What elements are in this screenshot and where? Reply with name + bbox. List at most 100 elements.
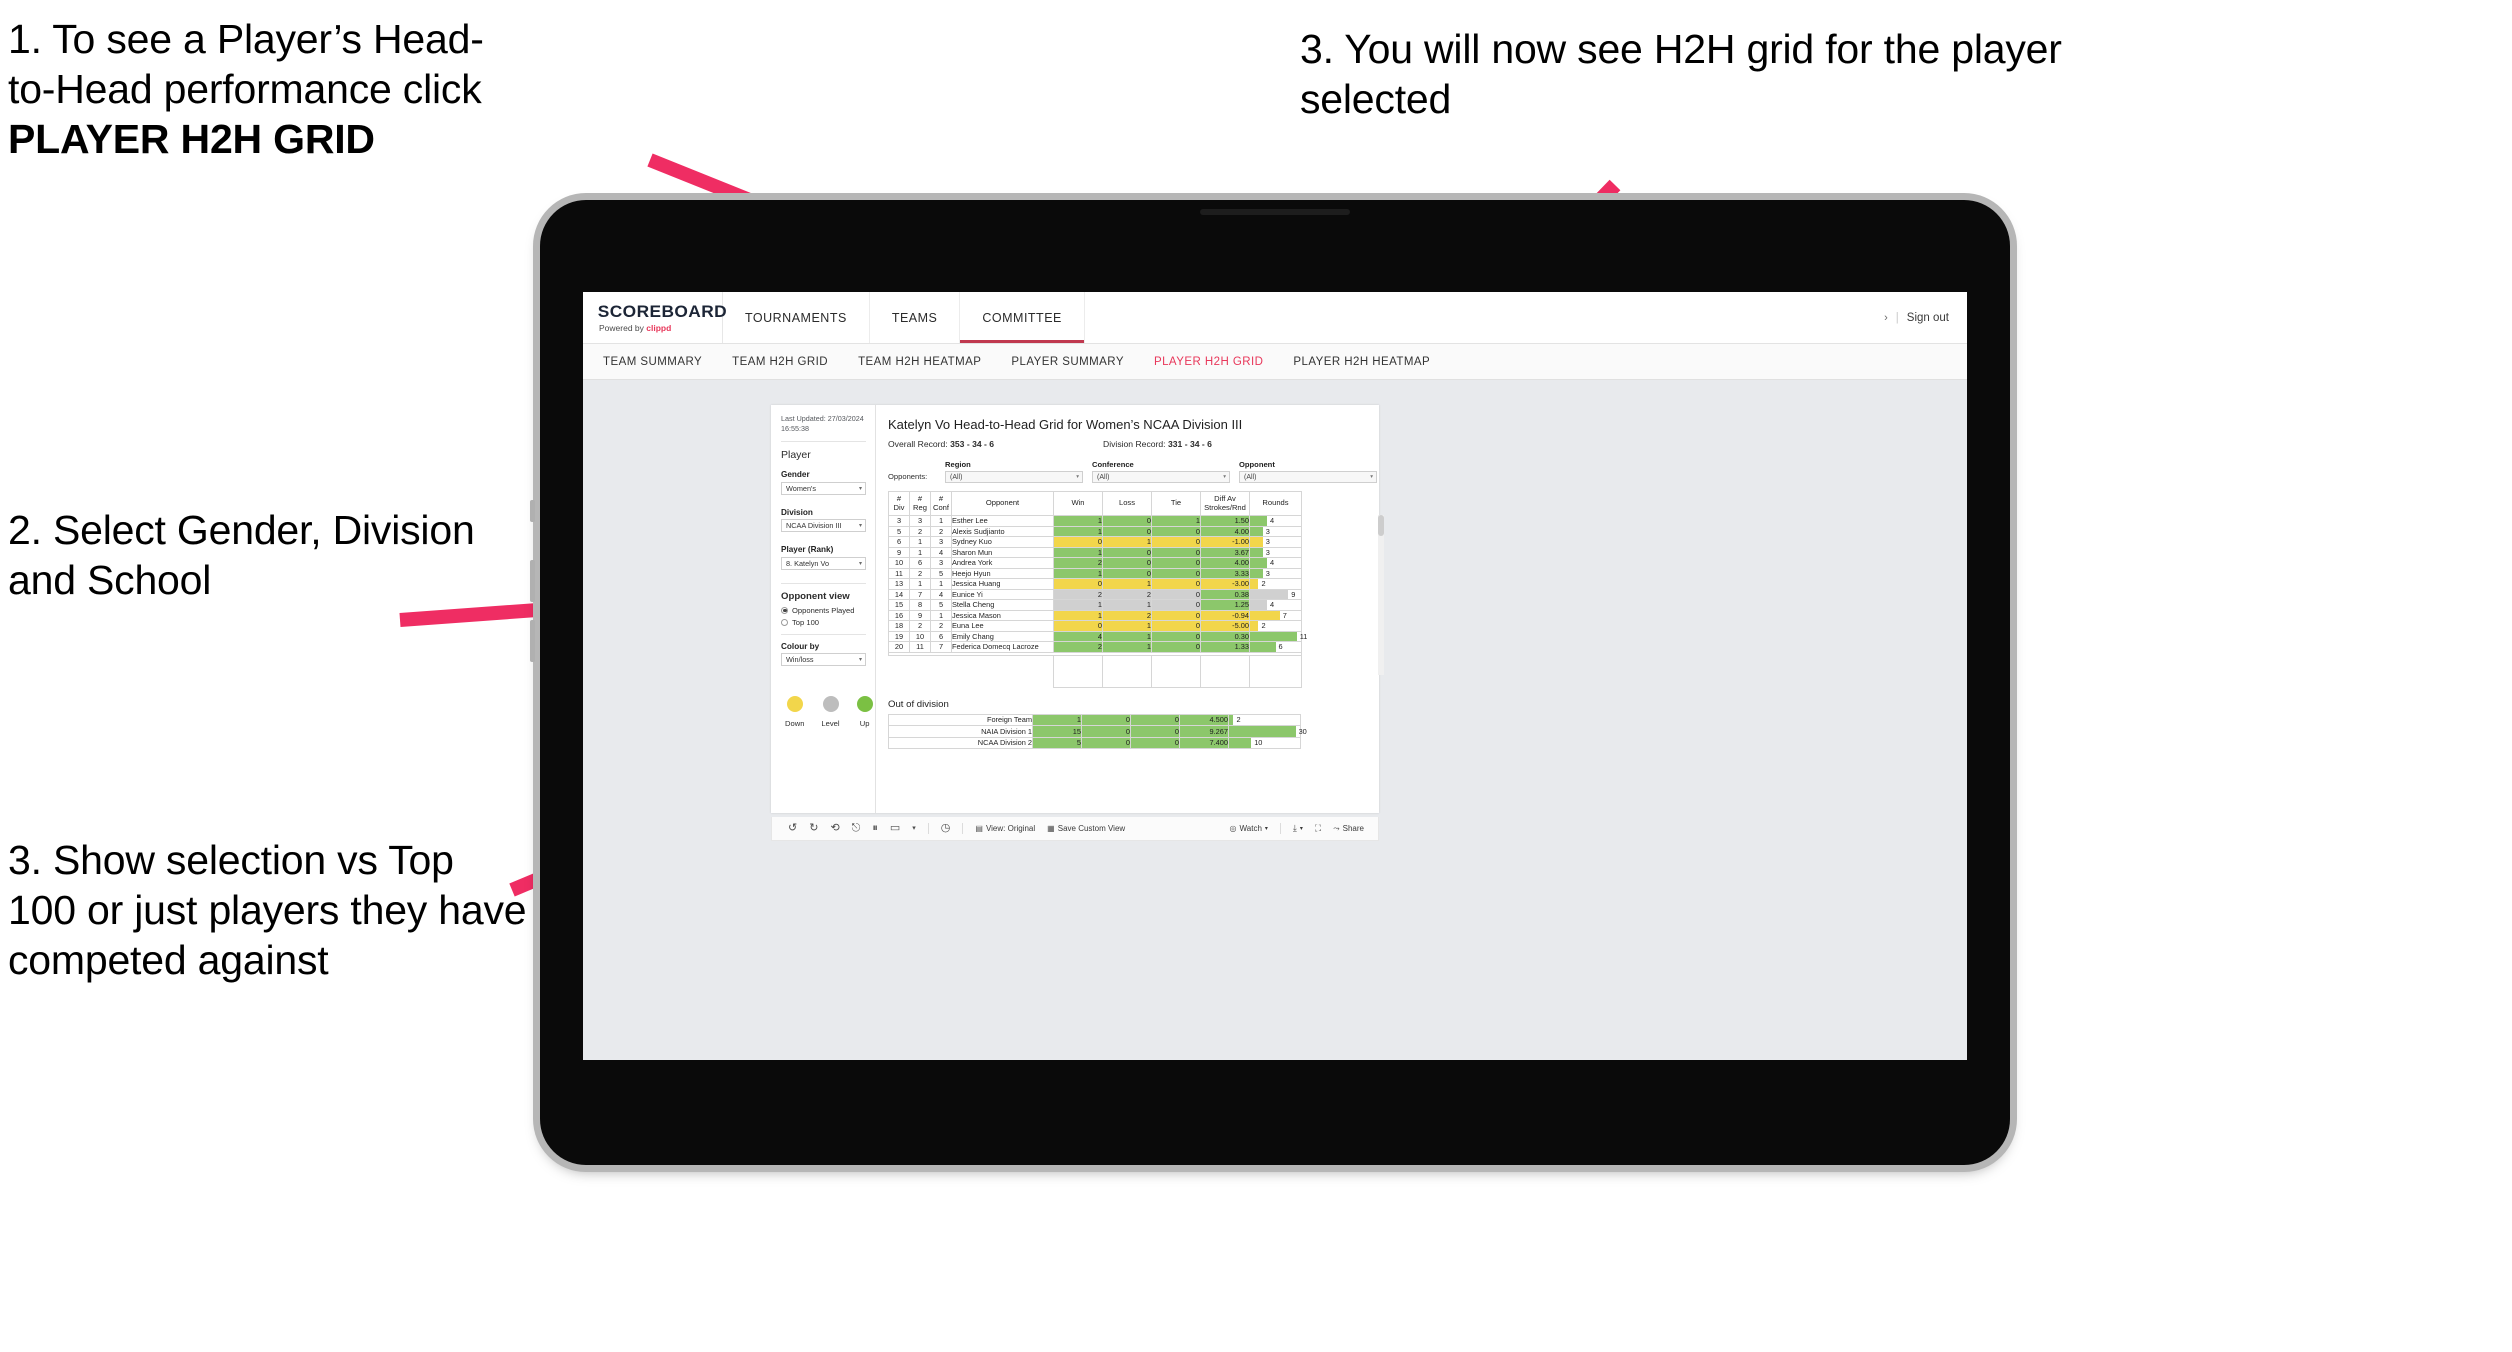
cell-reg: 1 — [909, 578, 931, 590]
opponent-select[interactable]: (All) ▾ — [1239, 471, 1377, 483]
tablet-camera-speaker — [1200, 209, 1350, 215]
app-header: SCOREBOARD Powered by clippd TOURNAMENTS… — [583, 292, 1967, 344]
gender-filter-label: Gender — [781, 470, 810, 480]
secondary-nav: TEAM SUMMARY TEAM H2H GRID TEAM H2H HEAT… — [583, 344, 1967, 380]
cell-rounds: 11 — [1249, 630, 1307, 642]
rectangle-select-icon[interactable]: ▭ — [890, 823, 900, 834]
cell-rounds: 3 — [1249, 525, 1302, 537]
player-select[interactable]: 8. Katelyn Vo ▾ — [781, 556, 866, 570]
reset-icon[interactable]: ◷ — [941, 823, 951, 834]
table-row[interactable]: 9 1 4 Sharon Mun 1 0 0 3.67 3 — [888, 546, 1302, 558]
subnav-item-player-h2h-grid[interactable]: PLAYER H2H GRID — [1154, 356, 1263, 368]
brand-logo[interactable]: SCOREBOARD Powered by clippd — [583, 292, 727, 343]
cell-conf: 6 — [930, 630, 952, 642]
table-row[interactable]: 6 1 3 Sydney Kuo 0 1 0 -1.00 3 — [888, 536, 1302, 548]
legend-label-up: Up — [859, 719, 870, 729]
overall-record-label: Overall Record: — [888, 439, 948, 449]
col-opponent: Opponent — [951, 491, 1054, 516]
subnav-item-team-h2h-grid[interactable]: TEAM H2H GRID — [732, 356, 828, 368]
cell-opponent: Jessica Mason — [951, 609, 1054, 621]
division-filter-label: Division — [781, 507, 813, 517]
cell-div: 20 — [888, 641, 910, 653]
share-button[interactable]: ⤳ Share — [1333, 824, 1378, 833]
tablet-side-button-power[interactable] — [530, 500, 535, 522]
table-row[interactable]: 20 11 7 Federica Domecq Lacroze 2 1 0 1.33 6 — [888, 641, 1302, 653]
watch-button[interactable]: ◎ Watch ▾ — [1230, 824, 1268, 833]
tablet-side-button-volume-up[interactable] — [530, 560, 535, 602]
fullscreen-icon[interactable]: ⛶ — [1315, 824, 1321, 833]
cell-diff: -0.94 — [1200, 609, 1250, 621]
pause-icon[interactable]: ⏸ — [872, 823, 878, 834]
refresh-icon[interactable]: ⎋ — [852, 823, 861, 834]
rounds-value: 9 — [1291, 589, 1296, 599]
table-row[interactable]: 5 2 2 Alexis Sudjianto 1 0 0 4.00 3 — [888, 525, 1302, 537]
nav-item-tournaments[interactable]: TOURNAMENTS — [723, 292, 870, 343]
cell-diff: -3.00 — [1200, 578, 1250, 590]
cell-conf: 5 — [930, 599, 952, 611]
col-win: Win — [1053, 491, 1103, 516]
h2h-table-wrapper: # Div # Reg # Conf Opponent Win Loss Tie Di… — [888, 491, 1384, 688]
view-original-button[interactable]: ▤ View: Original — [975, 824, 1035, 833]
table-scrollbar-thumb[interactable] — [1378, 515, 1384, 536]
revert-icon[interactable]: ⟲ — [830, 823, 839, 834]
table-scrollbar[interactable] — [1378, 515, 1384, 675]
subnav-item-team-summary[interactable]: TEAM SUMMARY — [603, 356, 702, 368]
out-of-division-row[interactable]: NCAA Division 2 5 0 0 7.400 10 — [888, 736, 1301, 749]
subnav-item-player-h2h-heatmap[interactable]: PLAYER H2H HEATMAP — [1293, 356, 1430, 368]
cell-loss: 0 — [1081, 713, 1131, 726]
chevron-down-icon[interactable]: ▾ — [912, 825, 916, 832]
gender-select[interactable]: Women's ▾ — [781, 481, 866, 495]
subnav-item-player-summary[interactable]: PLAYER SUMMARY — [1011, 356, 1124, 368]
table-row[interactable]: 19 10 6 Emily Chang 4 1 0 0.30 11 — [888, 630, 1307, 642]
cell-win: 1 — [1053, 515, 1103, 527]
chevron-down-icon: ▾ — [858, 523, 862, 530]
table-row[interactable]: 18 2 2 Euna Lee 0 1 0 -5.00 2 — [888, 620, 1302, 632]
cell-opponent: Sydney Kuo — [951, 536, 1054, 548]
out-of-division-row[interactable]: NAIA Division 1 15 0 0 9.267 30 — [888, 725, 1307, 738]
rounds-value: 4 — [1269, 558, 1275, 568]
nav-item-committee[interactable]: COMMITTEE — [960, 292, 1085, 343]
rounds-bar — [1250, 631, 1297, 641]
conference-select[interactable]: (All) ▾ — [1092, 471, 1230, 483]
download-icon: ⤓ — [1292, 823, 1297, 833]
cell-div: 5 — [888, 525, 910, 537]
cell-win: 1 — [1053, 599, 1103, 611]
cell-win: 2 — [1053, 588, 1103, 600]
region-select[interactable]: (All) ▾ — [945, 471, 1083, 483]
sign-out-link[interactable]: Sign out — [1907, 312, 1949, 324]
cell-tie: 0 — [1151, 641, 1201, 653]
radio-opponents-played[interactable]: Opponents Played — [781, 606, 866, 615]
colour-by-select[interactable]: Win/loss ▾ — [781, 653, 866, 667]
table-row[interactable]: 15 8 5 Stella Cheng 1 1 0 1.25 4 — [888, 599, 1302, 611]
subnav-item-team-h2h-heatmap[interactable]: TEAM H2H HEATMAP — [858, 356, 981, 368]
table-row[interactable]: 16 9 1 Jessica Mason 1 2 0 -0.94 7 — [888, 609, 1302, 621]
cell-div: 6 — [888, 536, 910, 548]
col-diff: Diff Av Strokes/Rnd — [1200, 491, 1250, 516]
cell-win: 0 — [1053, 578, 1103, 590]
rounds-bar — [1229, 726, 1296, 737]
undo-icon[interactable]: ↺ — [788, 823, 797, 834]
download-button[interactable]: ⤓ ▾ — [1293, 824, 1303, 833]
cell-reg: 2 — [909, 567, 931, 579]
cell-opponent: Euna Lee — [951, 620, 1054, 632]
legend-dot-up — [856, 696, 873, 713]
nav-item-teams[interactable]: TEAMS — [870, 292, 961, 343]
division-select[interactable]: NCAA Division III ▾ — [781, 519, 866, 533]
cell-win: 5 — [1032, 736, 1082, 749]
cell-rounds: 6 — [1249, 641, 1302, 653]
rounds-bar — [1250, 610, 1280, 620]
redo-icon[interactable]: ↻ — [809, 823, 818, 834]
chevron-right-icon[interactable]: › — [1884, 312, 1888, 324]
table-row[interactable]: 11 2 5 Heejo Hyun 1 0 0 3.33 3 — [888, 567, 1302, 579]
annotation-step-1: 1. To see a Player’s Head- to-Head perfo… — [8, 14, 748, 164]
radio-top-100[interactable]: Top 100 — [781, 618, 866, 627]
tablet-side-button-volume-down[interactable] — [530, 620, 535, 662]
table-row[interactable]: 3 3 1 Esther Lee 1 0 1 1.50 4 — [888, 515, 1302, 527]
table-row[interactable]: 10 6 3 Andrea York 2 0 0 4.00 4 — [888, 557, 1302, 569]
out-of-division-row[interactable]: Foreign Team 1 0 0 4.500 2 — [888, 713, 1301, 726]
cell-div: 18 — [888, 620, 910, 632]
save-custom-view-button[interactable]: ▦ Save Custom View — [1047, 824, 1125, 833]
h2h-table-header: # Div # Reg # Conf Opponent Win Loss Tie Di… — [888, 491, 1302, 516]
table-row[interactable]: 13 1 1 Jessica Huang 0 1 0 -3.00 2 — [888, 578, 1302, 590]
table-row[interactable]: 14 7 4 Eunice Yi 2 2 0 0.38 9 — [888, 588, 1302, 600]
